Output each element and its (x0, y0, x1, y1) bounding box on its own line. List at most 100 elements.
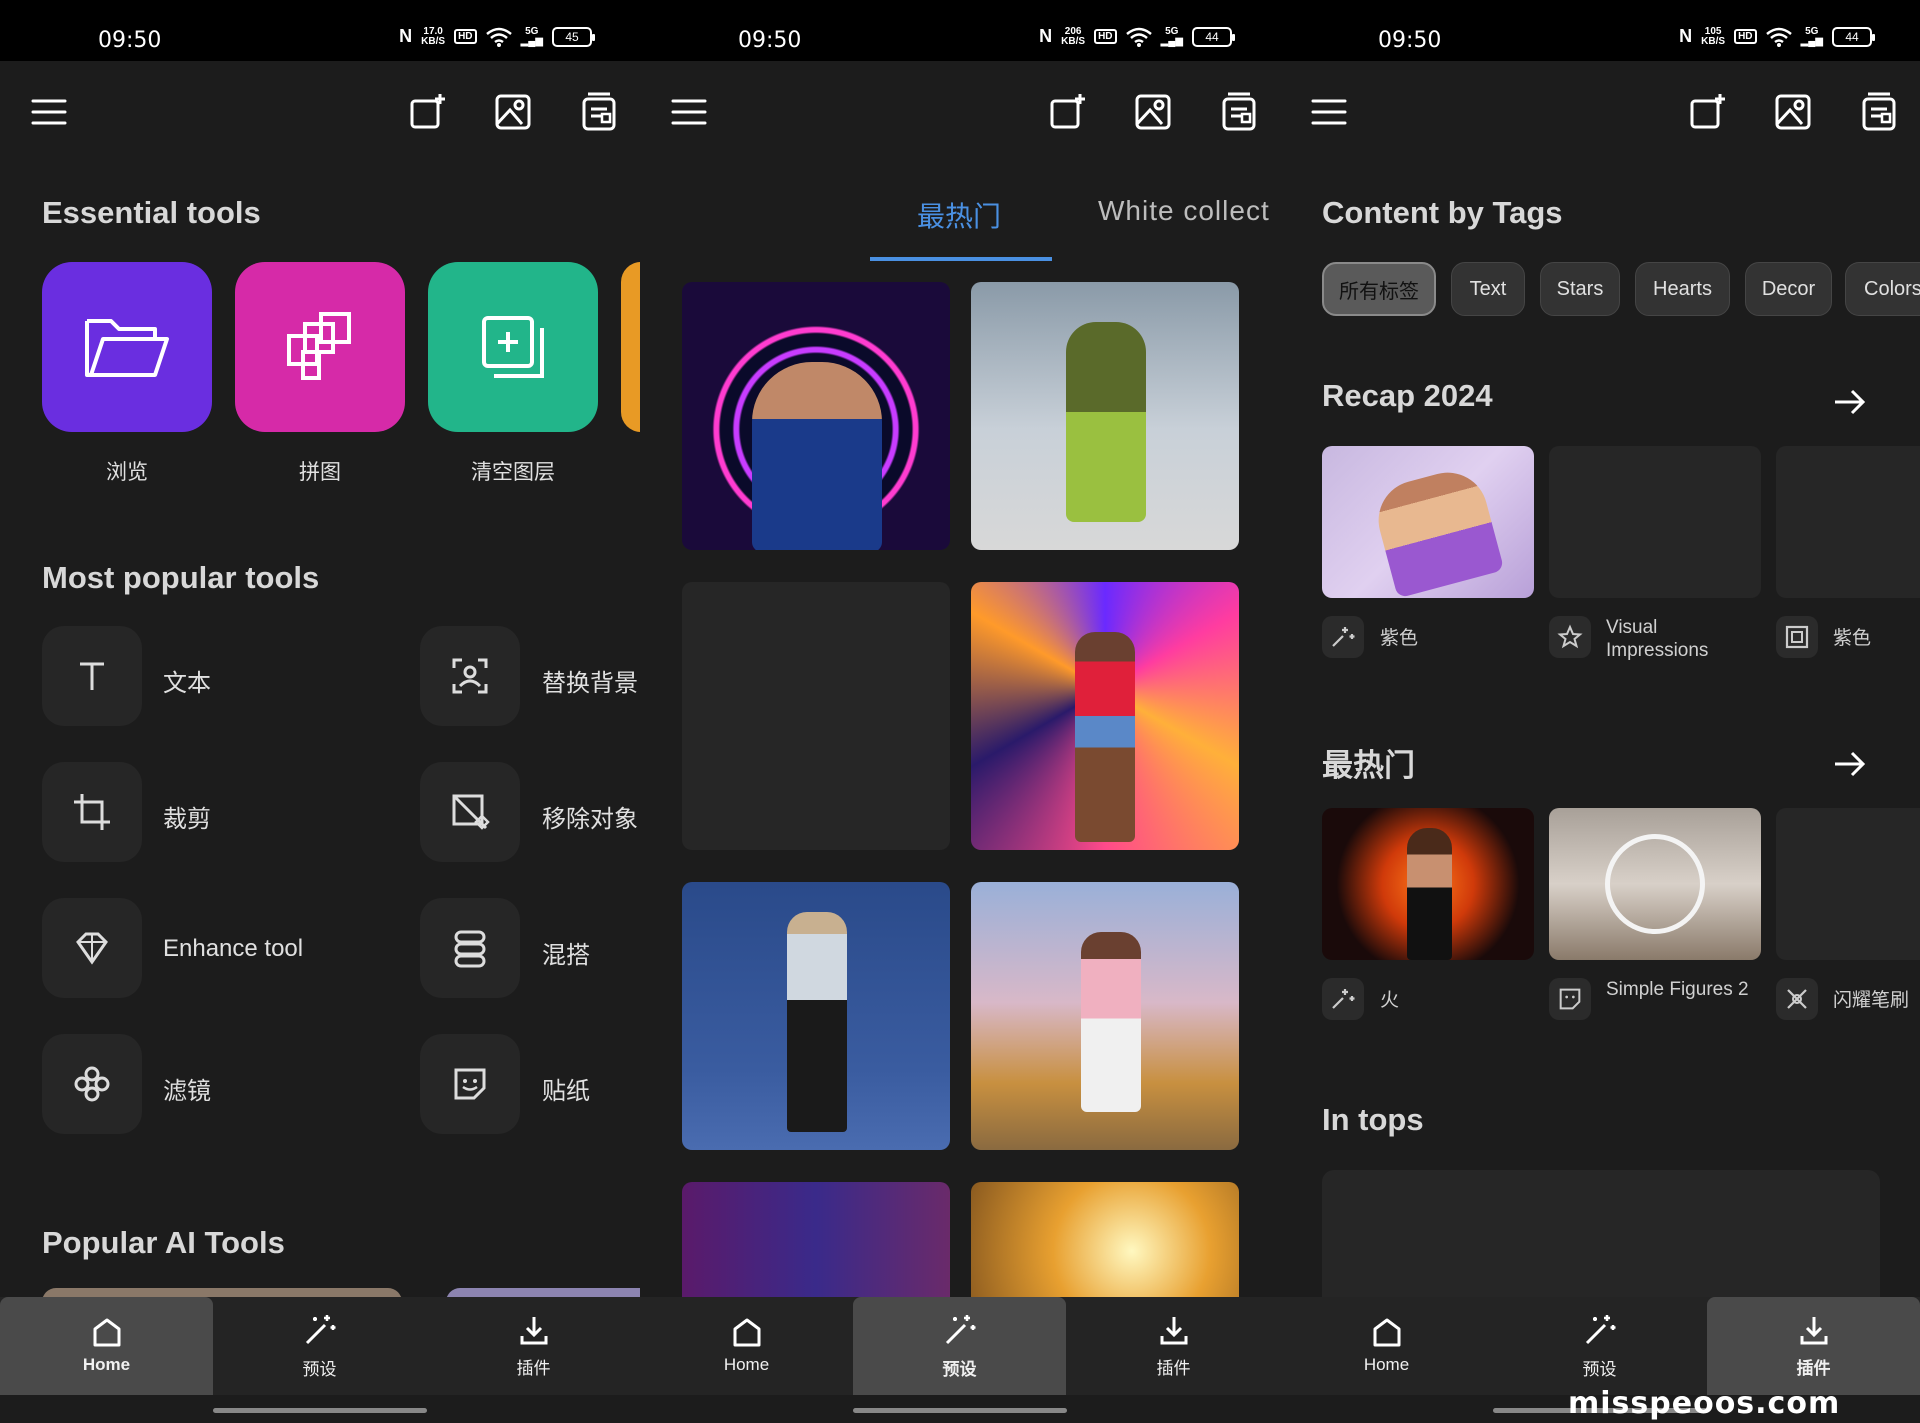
nav-home[interactable]: Home (640, 1297, 853, 1395)
wifi-icon (1765, 27, 1792, 47)
text-tool-button[interactable] (42, 626, 142, 726)
remove-object-icon (452, 794, 490, 830)
hot-card-simple-figures[interactable] (1549, 808, 1761, 960)
browse-tool-button[interactable] (42, 262, 212, 432)
nav-plugins-label: 插件 (1156, 1358, 1191, 1378)
hot-card-fire[interactable] (1322, 808, 1534, 960)
projects-icon[interactable] (1858, 91, 1900, 133)
hd-icon: HD (1094, 29, 1117, 44)
nav-presets[interactable]: 预设 (853, 1297, 1066, 1395)
nfc-icon: N (399, 26, 413, 46)
recap-card[interactable] (1549, 446, 1761, 598)
network-speed: 206 KB/S (1061, 25, 1086, 47)
network-speed: 17.0 KB/S (421, 25, 446, 47)
recap-card[interactable] (1776, 446, 1920, 598)
projects-icon[interactable] (578, 91, 620, 133)
tab-white-collection[interactable]: White collect (1098, 195, 1276, 227)
signal-icon: 5G ▂▄▆ (1160, 25, 1183, 47)
arrow-right-icon[interactable] (1832, 746, 1868, 782)
folder-icon (85, 319, 169, 377)
wifi-icon (1125, 27, 1152, 47)
new-project-icon[interactable] (1686, 91, 1728, 133)
magic-wand-icon (1585, 1314, 1615, 1344)
open-image-icon[interactable] (1772, 91, 1814, 133)
nav-plugins[interactable]: 插件 (1707, 1297, 1920, 1395)
nav-plugins[interactable]: 插件 (427, 1297, 640, 1395)
bottom-nav: Home 预设 插件 (1280, 1297, 1920, 1395)
home-indicator[interactable] (213, 1408, 427, 1413)
collage-tool-button[interactable] (235, 262, 405, 432)
preset-thumbnail-street-dancer[interactable] (971, 282, 1239, 550)
tag-icon-box (1549, 978, 1591, 1020)
in-tops-card[interactable] (1322, 1170, 1880, 1297)
chip-decor[interactable]: Decor (1745, 262, 1832, 316)
chip-colors[interactable]: Colors (1845, 262, 1920, 316)
projects-icon[interactable] (1218, 91, 1260, 133)
tab-hottest[interactable]: 最热门 (917, 195, 1001, 235)
battery-icon: 44 (1192, 26, 1235, 47)
tag-icon-box (1776, 616, 1818, 658)
sticker-tool-button[interactable] (420, 1034, 520, 1134)
most-popular-tools-title: Most popular tools (42, 560, 320, 595)
popular-ai-tools-title: Popular AI Tools (42, 1225, 285, 1260)
open-image-icon[interactable] (492, 91, 534, 133)
more-tool-button[interactable] (621, 262, 640, 432)
recap-card[interactable] (1322, 446, 1534, 598)
chip-stars[interactable]: Stars (1540, 262, 1620, 316)
preset-thumbnail-brick-dancer[interactable] (682, 1182, 950, 1297)
open-image-icon[interactable] (1132, 91, 1174, 133)
preset-thumbnail-autumn[interactable] (971, 1182, 1239, 1297)
replace-background-tool-button[interactable] (420, 626, 520, 726)
app-bar (0, 61, 640, 161)
wifi-icon (485, 27, 512, 47)
home-icon (93, 1318, 120, 1347)
network-speed: 105 KB/S (1701, 25, 1726, 47)
crop-icon (74, 794, 110, 830)
arrow-right-icon[interactable] (1832, 384, 1868, 420)
enhance-tool-button[interactable] (42, 898, 142, 998)
status-time: 09:50 (98, 28, 162, 53)
hot-card[interactable] (1776, 808, 1920, 960)
nav-home-label: Home (82, 1355, 131, 1374)
magic-wand-icon (305, 1314, 335, 1344)
content-by-tags-title: Content by Tags (1322, 195, 1563, 230)
remove-object-tool-button[interactable] (420, 762, 520, 862)
preset-thumbnail-skateboarder[interactable] (971, 582, 1239, 850)
tag-label: Simple Figures 2 (1606, 979, 1749, 1000)
filter-tool-button[interactable] (42, 1034, 142, 1134)
clear-layers-tool-label: 清空图层 (471, 461, 555, 484)
nav-home[interactable]: Home (0, 1297, 213, 1395)
add-layer-icon (482, 316, 544, 378)
chip-all-tags[interactable]: 所有标签 (1322, 262, 1436, 316)
preset-thumbnail-city-jump[interactable] (971, 882, 1239, 1150)
preset-thumbnail-neon-man[interactable] (682, 282, 950, 550)
menu-icon[interactable] (668, 91, 710, 133)
sparkle-icon (1332, 989, 1355, 1009)
home-indicator[interactable] (853, 1408, 1067, 1413)
nav-presets[interactable]: 预设 (1493, 1297, 1706, 1395)
new-project-icon[interactable] (406, 91, 448, 133)
replace-background-icon (452, 658, 488, 694)
nav-plugins[interactable]: 插件 (1067, 1297, 1280, 1395)
menu-icon[interactable] (1308, 91, 1350, 133)
status-time: 09:50 (1378, 28, 1442, 53)
status-time: 09:50 (738, 28, 802, 53)
home-icon (1373, 1318, 1400, 1347)
crop-tool-button[interactable] (42, 762, 142, 862)
clear-layers-tool-button[interactable] (428, 262, 598, 432)
new-project-icon[interactable] (1046, 91, 1088, 133)
enhance-diamond-icon (76, 932, 108, 965)
nfc-icon: N (1679, 26, 1693, 46)
preset-thumbnail-model[interactable] (682, 882, 950, 1150)
preset-thumbnail-empty[interactable] (682, 582, 950, 850)
app-bar (1280, 61, 1920, 161)
menu-icon[interactable] (28, 91, 70, 133)
blend-tool-button[interactable] (420, 898, 520, 998)
nav-home[interactable]: Home (1280, 1297, 1493, 1395)
chip-text[interactable]: Text (1451, 262, 1525, 316)
nav-presets[interactable]: 预设 (213, 1297, 426, 1395)
nav-plugins-label: 插件 (516, 1358, 551, 1378)
chip-hearts[interactable]: Hearts (1635, 262, 1730, 316)
bottom-nav: Home 预设 插件 (0, 1297, 640, 1395)
tag-label: 紫色 (1833, 628, 1872, 649)
